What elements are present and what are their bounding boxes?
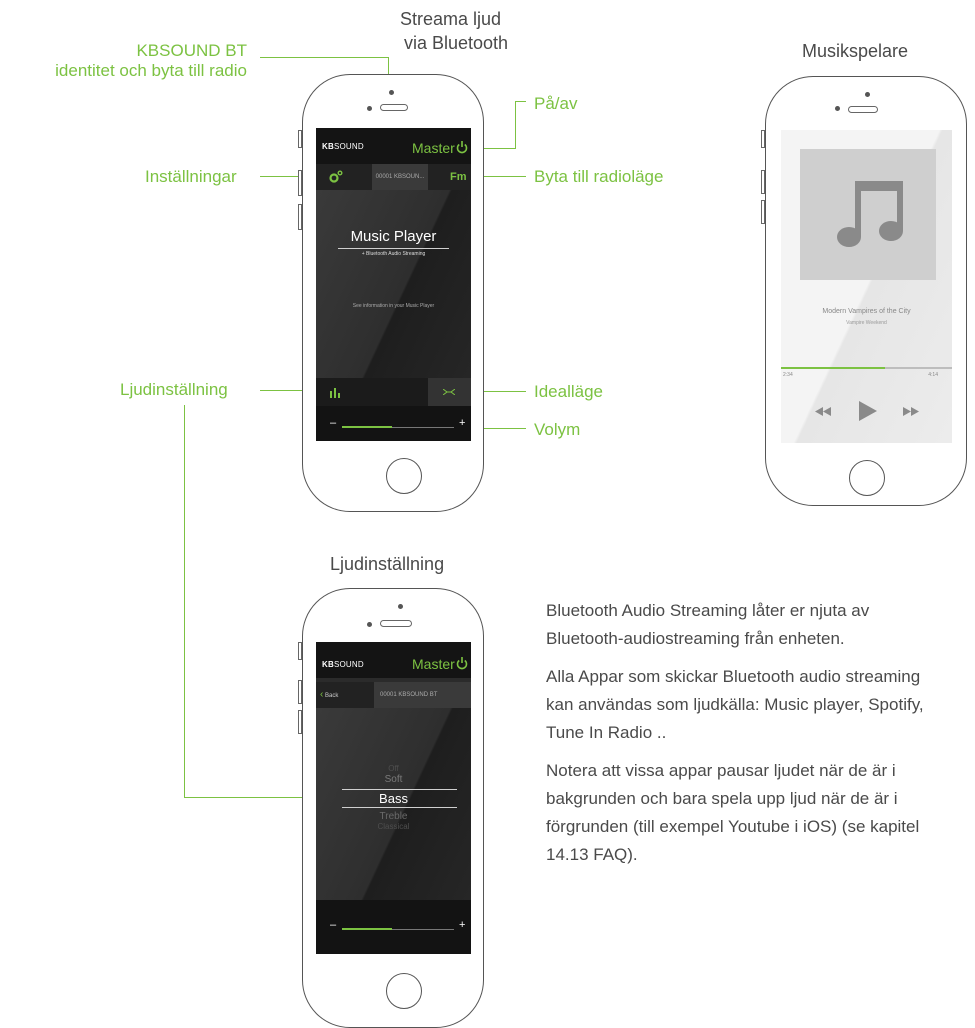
back-button[interactable]: ‹ Back <box>320 682 338 708</box>
master-label-eq: Master <box>412 656 455 672</box>
phone2-volume-down <box>761 200 765 224</box>
phone3-volume-up <box>298 680 302 704</box>
volume-plus[interactable]: + <box>459 418 465 429</box>
phone3-sensor <box>398 604 403 609</box>
phone-main-speaker <box>380 104 408 111</box>
sound-setting-title: Ljudinställning <box>330 554 445 574</box>
leader-power-h2 <box>482 148 516 149</box>
phone2-screen: Modern Vampires of the City Vampire Week… <box>781 130 952 443</box>
music-player-title: Musikspelare <box>802 41 909 61</box>
volume-bar: – + <box>316 406 471 441</box>
eq-option-selected[interactable]: Bass <box>316 791 471 806</box>
music-player-info: See information in your Music Player <box>352 303 435 309</box>
power-icon[interactable] <box>456 140 468 154</box>
player-panel: Music Player + Bluetooth Audio Streaming… <box>316 190 471 378</box>
description-paragraph: Bluetooth Audio Streaming låter er njuta… <box>546 601 870 648</box>
elapsed-time: 2:34 <box>783 372 793 378</box>
callout-volume: Volym <box>534 420 581 439</box>
phone-main-screen: KBSOUND Master 00001 KBSOUN... Fm Music … <box>316 128 471 441</box>
description-paragraph: Notera att vissa appar pausar ljudet när… <box>546 761 920 864</box>
track-artist: Vampire Weekend <box>846 320 887 326</box>
phone-main-sensor <box>389 90 394 95</box>
callout-power: På/av <box>534 94 578 113</box>
phone3-volume-down <box>298 710 302 734</box>
phone-main-home-button[interactable] <box>386 458 422 494</box>
eq-option[interactable]: Soft <box>316 774 471 785</box>
phone3-home-button[interactable] <box>386 973 422 1009</box>
equalizer-icon[interactable] <box>330 388 342 398</box>
leader-eq-v <box>184 405 185 798</box>
phone-main-camera <box>367 106 372 111</box>
leader-power-v <box>515 101 516 149</box>
leader-power-h <box>515 101 526 102</box>
play-icon[interactable] <box>859 401 877 421</box>
eq-picker-panel: Off Soft Bass Treble Classical <box>316 708 471 900</box>
master-label: Master <box>412 140 455 156</box>
callout-kbsound-bt-line2: identitet och byta till radio <box>55 61 247 80</box>
ideal-mode-button[interactable] <box>428 378 471 406</box>
phone2-volume-up <box>761 170 765 194</box>
leader-kbsound-h <box>260 57 388 58</box>
rewind-icon[interactable] <box>815 407 831 416</box>
phone2-sensor <box>865 92 870 97</box>
music-note-icon <box>837 181 903 247</box>
phone2-mute-switch <box>761 130 765 148</box>
volume-fill-eq <box>342 928 392 930</box>
fm-tab[interactable]: Fm <box>450 164 467 190</box>
track-title: Modern Vampires of the City <box>822 308 911 315</box>
phone-main-volume-down <box>298 204 302 230</box>
ideal-mode-icon <box>443 389 455 395</box>
description: Bluetooth Audio Streaming låter er njuta… <box>546 597 951 879</box>
phone2-camera <box>835 106 840 111</box>
volume-minus-eq[interactable]: – <box>330 920 336 931</box>
phone3-speaker <box>380 620 412 627</box>
phone2-speaker <box>848 106 878 113</box>
callout-sound-setting: Ljudinställning <box>120 380 228 399</box>
phone3-mute-switch <box>298 642 302 660</box>
streaming-title-line1: Streama ljud <box>400 9 502 29</box>
bluetooth-streaming-subtitle: + Bluetooth Audio Streaming <box>361 251 426 257</box>
phone2-home-button[interactable] <box>849 460 885 496</box>
description-paragraph: Alla Appar som skickar Bluetooth audio s… <box>546 667 924 742</box>
phone3-camera <box>367 622 372 627</box>
phone-main-mute-switch <box>298 130 302 148</box>
streaming-title-line2: via Bluetooth <box>404 33 509 53</box>
callout-settings: Inställningar <box>145 167 237 186</box>
volume-fill <box>342 426 392 428</box>
volume-minus[interactable]: – <box>330 418 336 429</box>
eq-option[interactable]: Classical <box>316 822 471 831</box>
phone-eq-screen: KBSOUND Master ‹ Back 00001 KBSOUND BT O… <box>316 642 471 954</box>
kbsound-logo: KBSOUND <box>322 142 364 151</box>
kbsound-logo-eq: KBSOUND <box>322 660 364 669</box>
callout-ideal-mode: Idealläge <box>534 382 604 401</box>
device-tab[interactable]: 00001 KBSOUN... <box>372 164 428 190</box>
callout-kbsound-bt-line1: KBSOUND BT <box>136 41 247 60</box>
power-icon-eq[interactable] <box>456 656 468 670</box>
progress-fill <box>781 367 885 369</box>
total-time: 4:14 <box>928 372 938 378</box>
phone-main-volume-up <box>298 170 302 196</box>
volume-bar-eq: – + <box>316 900 471 954</box>
eq-option[interactable]: Treble <box>316 811 471 822</box>
fast-forward-icon[interactable] <box>903 407 919 416</box>
album-art <box>800 149 936 280</box>
eq-bar <box>316 378 471 406</box>
settings-gear-icon[interactable] <box>328 170 344 184</box>
chevron-left-icon: ‹ <box>320 689 324 700</box>
eq-option[interactable]: Off <box>316 764 471 773</box>
callout-radio-mode: Byta till radioläge <box>534 167 664 186</box>
music-player-heading: Music Player <box>350 228 437 245</box>
device-tab-eq[interactable]: 00001 KBSOUND BT <box>374 682 471 708</box>
volume-plus-eq[interactable]: + <box>459 920 465 931</box>
